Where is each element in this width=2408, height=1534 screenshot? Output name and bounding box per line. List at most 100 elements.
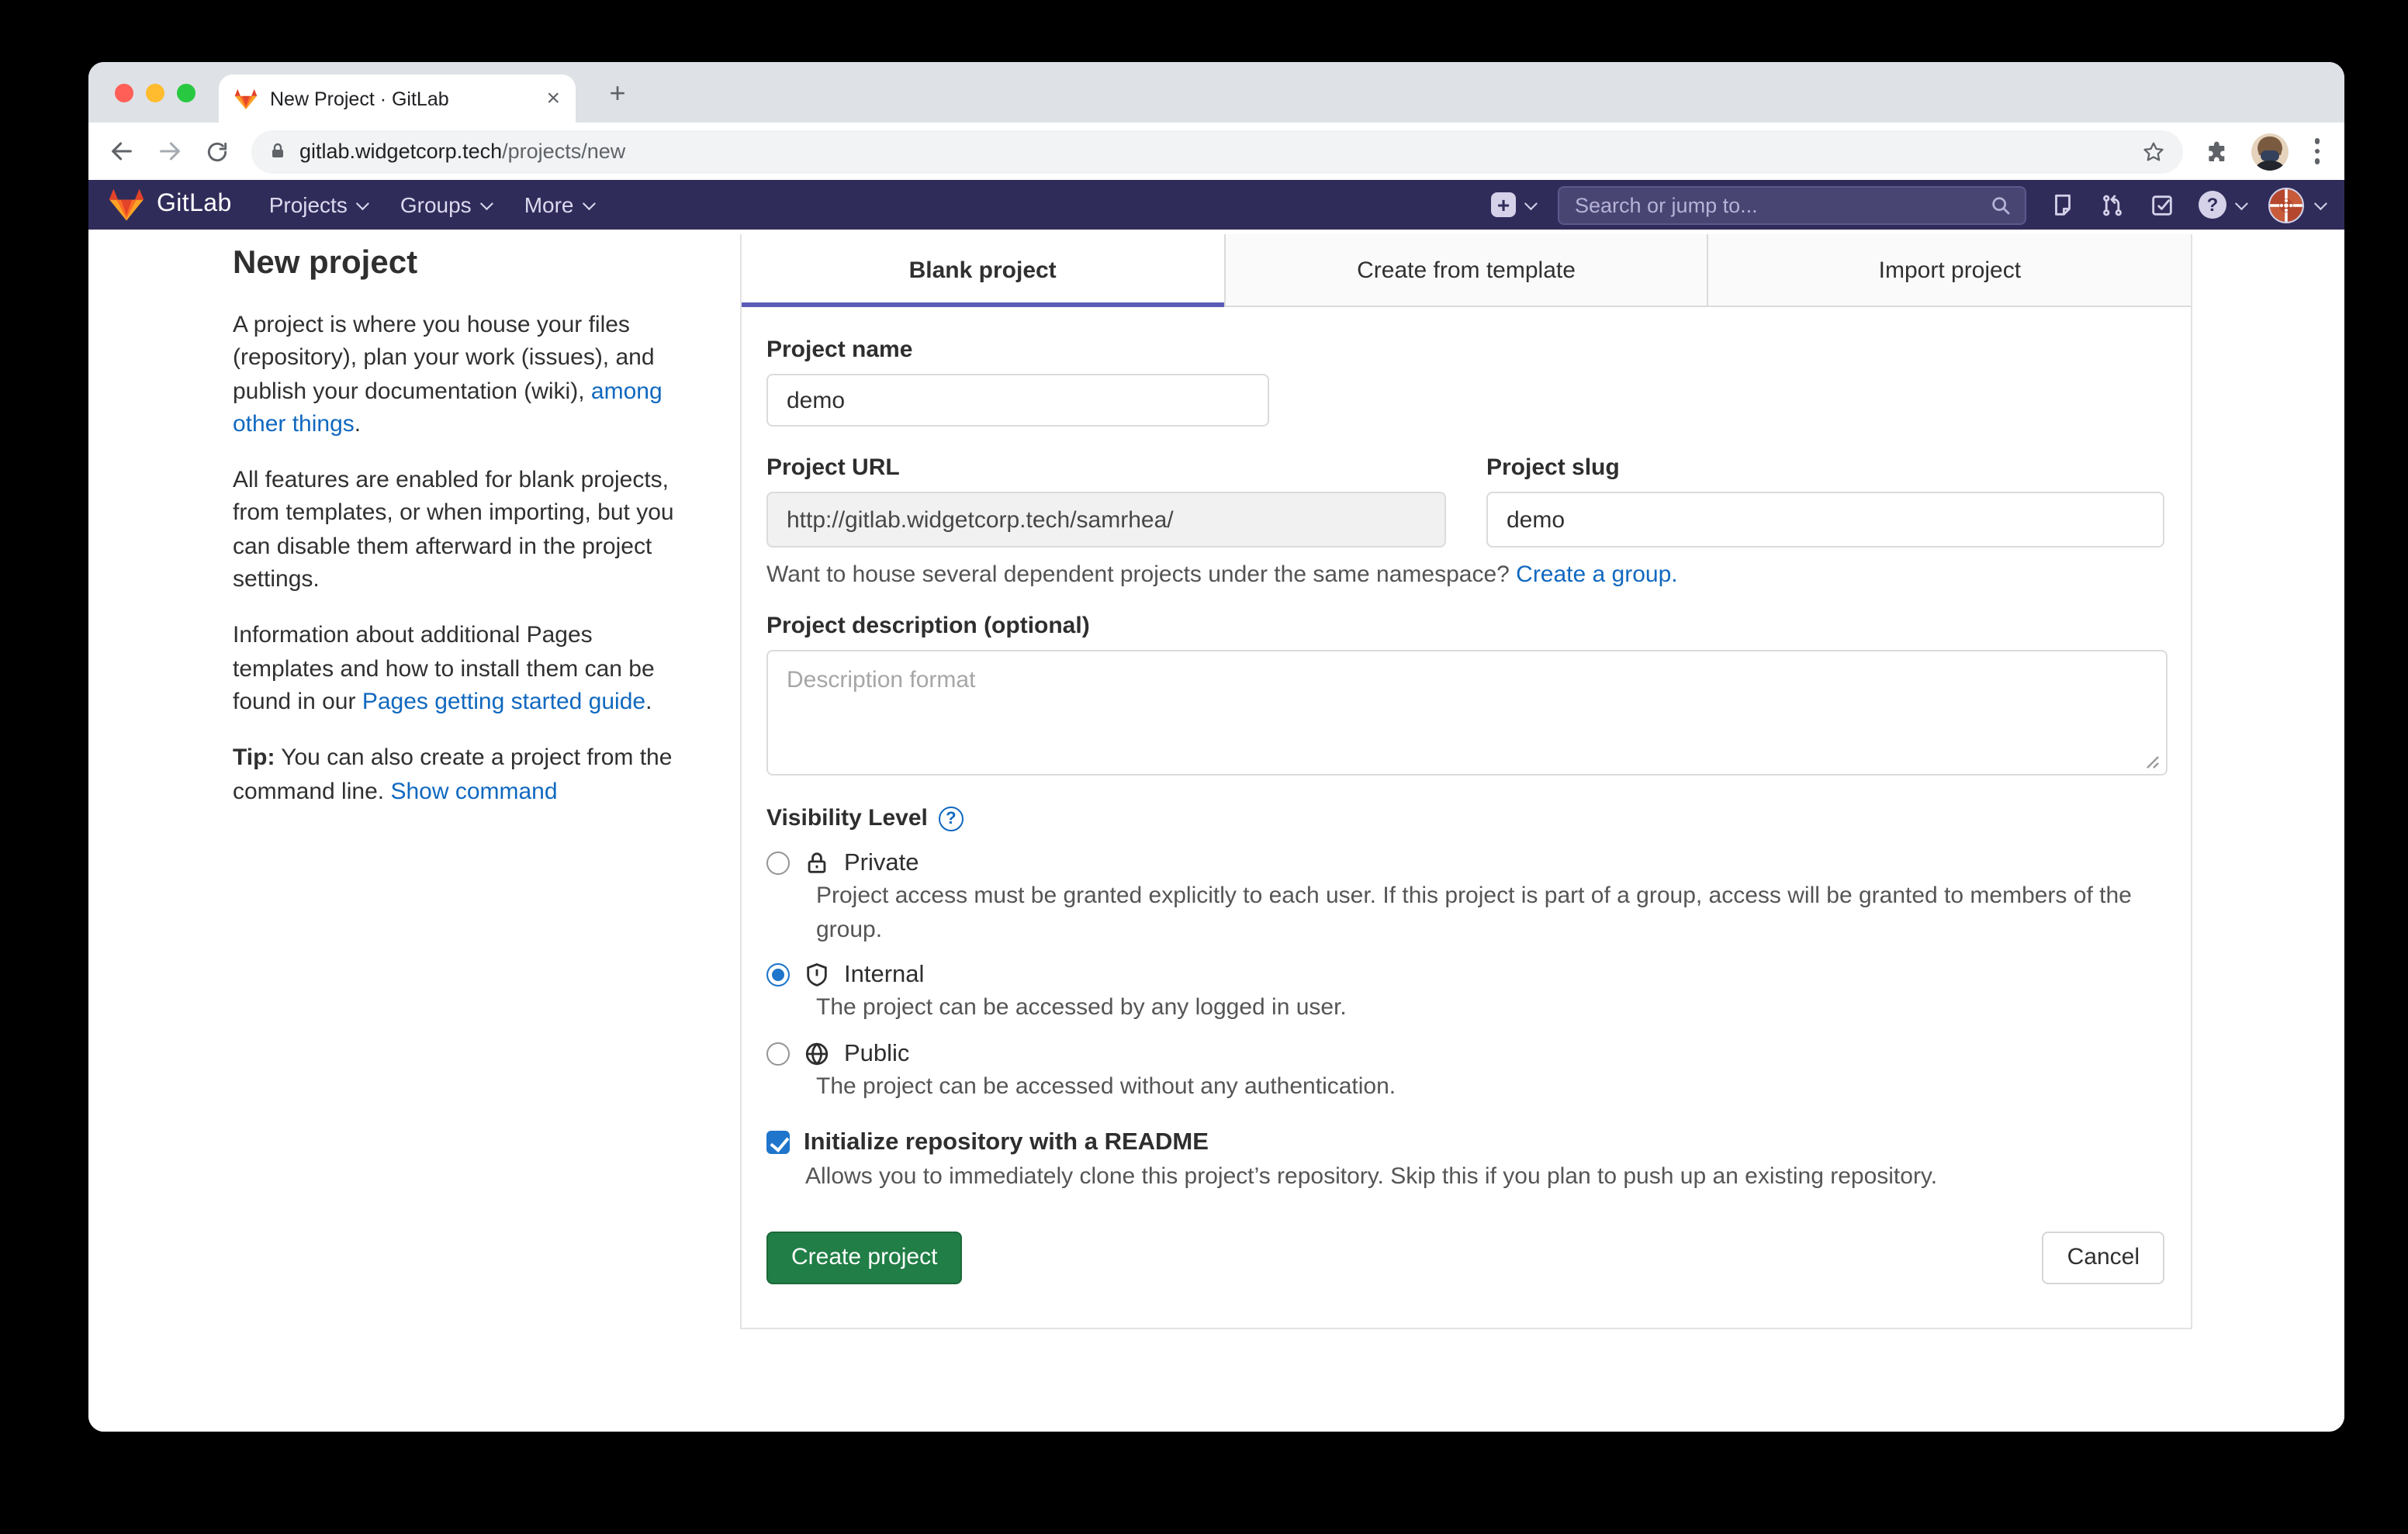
url-host: gitlab.widgetcorp.tech <box>299 140 502 163</box>
namespace-hint: Want to house several dependent projects… <box>766 561 2164 588</box>
chevron-down-icon <box>480 197 493 210</box>
chevron-down-icon <box>2235 197 2248 210</box>
browser-menu-icon[interactable] <box>2308 139 2326 164</box>
back-icon[interactable] <box>107 137 135 165</box>
paragraph-text: . <box>645 689 652 715</box>
zoom-window-button[interactable] <box>177 84 195 102</box>
global-search[interactable] <box>1558 185 2026 224</box>
page-content: New project A project is where you house… <box>88 230 2344 1432</box>
sidebar-paragraph: All features are enabled for blank proje… <box>233 464 686 596</box>
browser-profile-avatar[interactable] <box>2251 133 2288 170</box>
project-description-textarea[interactable] <box>766 650 2168 776</box>
reload-icon[interactable] <box>203 137 231 165</box>
help-menu[interactable]: ? <box>2199 191 2245 219</box>
tab-create-from-template[interactable]: Create from template <box>1223 234 1707 306</box>
internal-description: The project can be accessed by any logge… <box>816 992 2164 1025</box>
project-url-label: Project URL <box>766 454 1446 481</box>
tab-import-project[interactable]: Import project <box>1707 234 2191 306</box>
readme-option[interactable]: Initialize repository with a README <box>766 1128 2164 1159</box>
visibility-option-private[interactable]: Private <box>766 848 2164 879</box>
form-actions: Create project Cancel <box>766 1232 2164 1284</box>
browser-tab[interactable]: New Project · GitLab × <box>219 74 576 123</box>
nav-menu-more[interactable]: More <box>524 192 593 217</box>
project-name-label: Project name <box>766 337 2164 363</box>
nav-menu-projects-label: Projects <box>269 192 348 217</box>
cancel-button[interactable]: Cancel <box>2043 1232 2164 1284</box>
readme-checkbox[interactable] <box>766 1131 790 1155</box>
visibility-level-label: Visibility Level ? <box>766 805 2164 831</box>
private-description: Project access must be granted explicitl… <box>816 880 2164 946</box>
public-title: Public <box>844 1038 909 1069</box>
project-url-input[interactable] <box>766 492 1446 548</box>
close-tab-icon[interactable]: × <box>546 87 560 110</box>
visibility-level-text: Visibility Level <box>766 805 928 831</box>
nav-menu-groups[interactable]: Groups <box>400 192 490 217</box>
internal-radio[interactable] <box>766 963 790 986</box>
private-radio[interactable] <box>766 852 790 875</box>
shield-icon <box>804 962 830 988</box>
blank-project-form: Project name Project URL Project slug Wa… <box>742 307 2191 1284</box>
tip-label: Tip: <box>233 745 275 772</box>
project-name-input[interactable] <box>766 374 1269 427</box>
browser-window: New Project · GitLab × + gitlab.widgetco… <box>88 62 2344 1432</box>
readme-label: Initialize repository with a README <box>804 1128 1209 1159</box>
visibility-help-icon[interactable]: ? <box>939 806 964 831</box>
globe-icon <box>804 1040 830 1066</box>
create-group-link[interactable]: Create a group. <box>1516 561 1677 588</box>
new-project-panel: Blank project Create from template Impor… <box>740 234 2192 1329</box>
gitlab-wordmark: GitLab <box>157 191 232 219</box>
visibility-option-internal[interactable]: Internal <box>766 960 2164 990</box>
project-slug-label: Project slug <box>1486 454 2164 481</box>
public-description: The project can be accessed without any … <box>816 1070 2164 1104</box>
traffic-lights <box>115 84 195 102</box>
issues-icon[interactable] <box>2050 192 2076 218</box>
new-tab-button[interactable]: + <box>597 73 638 113</box>
nav-menu-more-label: More <box>524 192 574 217</box>
new-menu-button[interactable]: + <box>1491 192 1534 217</box>
todos-icon[interactable] <box>2149 192 2175 218</box>
tab-title: New Project · GitLab <box>270 88 534 109</box>
visibility-option-public[interactable]: Public <box>766 1038 2164 1069</box>
show-command-link[interactable]: Show command <box>390 778 557 804</box>
gitlab-favicon-icon <box>234 88 258 109</box>
project-slug-input[interactable] <box>1486 492 2164 548</box>
nav-menu-projects[interactable]: Projects <box>269 192 366 217</box>
ssl-lock-icon[interactable] <box>268 141 287 161</box>
minimize-window-button[interactable] <box>146 84 164 102</box>
screen: New Project · GitLab × + gitlab.widgetco… <box>0 0 2408 1534</box>
hint-text: Want to house several dependent projects… <box>766 561 1516 588</box>
plus-icon: + <box>1491 192 1516 217</box>
project-description-label: Project description (optional) <box>766 613 2164 639</box>
resize-grip-icon[interactable] <box>2146 755 2160 769</box>
extensions-puzzle-icon[interactable] <box>2202 137 2230 165</box>
user-menu[interactable] <box>2268 187 2324 223</box>
bookmark-star-icon[interactable] <box>2140 139 2165 164</box>
url-text: gitlab.widgetcorp.tech/projects/new <box>299 140 625 163</box>
create-project-button[interactable]: Create project <box>766 1232 962 1284</box>
pages-guide-link[interactable]: Pages getting started guide <box>362 689 645 715</box>
forward-icon[interactable] <box>155 137 183 165</box>
paragraph-text: . <box>355 411 361 437</box>
readme-description: Allows you to immediately clone this pro… <box>805 1159 2164 1193</box>
tab-blank-project[interactable]: Blank project <box>742 234 1223 306</box>
lock-icon <box>804 850 830 876</box>
close-window-button[interactable] <box>115 84 133 102</box>
browser-toolbar: gitlab.widgetcorp.tech/projects/new <box>88 123 2344 180</box>
browser-tabstrip: New Project · GitLab × + <box>88 62 2344 123</box>
public-radio[interactable] <box>766 1042 790 1065</box>
search-icon <box>1989 193 2012 216</box>
url-path: /projects/new <box>502 140 625 163</box>
sidebar-tip: Tip: You can also create a project from … <box>233 742 686 808</box>
gitlab-logo[interactable]: GitLab <box>109 188 232 222</box>
tanuki-icon <box>109 188 144 222</box>
sidebar-paragraph: A project is where you house your files … <box>233 309 686 441</box>
project-type-tabs: Blank project Create from template Impor… <box>742 234 2191 307</box>
nav-menu-groups-label: Groups <box>400 192 472 217</box>
page-title: New project <box>233 245 686 282</box>
chevron-down-icon <box>1524 197 1538 210</box>
gitlab-navbar: GitLab Projects Groups More + <box>88 180 2344 230</box>
address-bar[interactable]: gitlab.widgetcorp.tech/projects/new <box>251 130 2182 173</box>
help-icon: ? <box>2199 191 2226 219</box>
search-input[interactable] <box>1575 193 1989 216</box>
merge-requests-icon[interactable] <box>2099 192 2126 218</box>
